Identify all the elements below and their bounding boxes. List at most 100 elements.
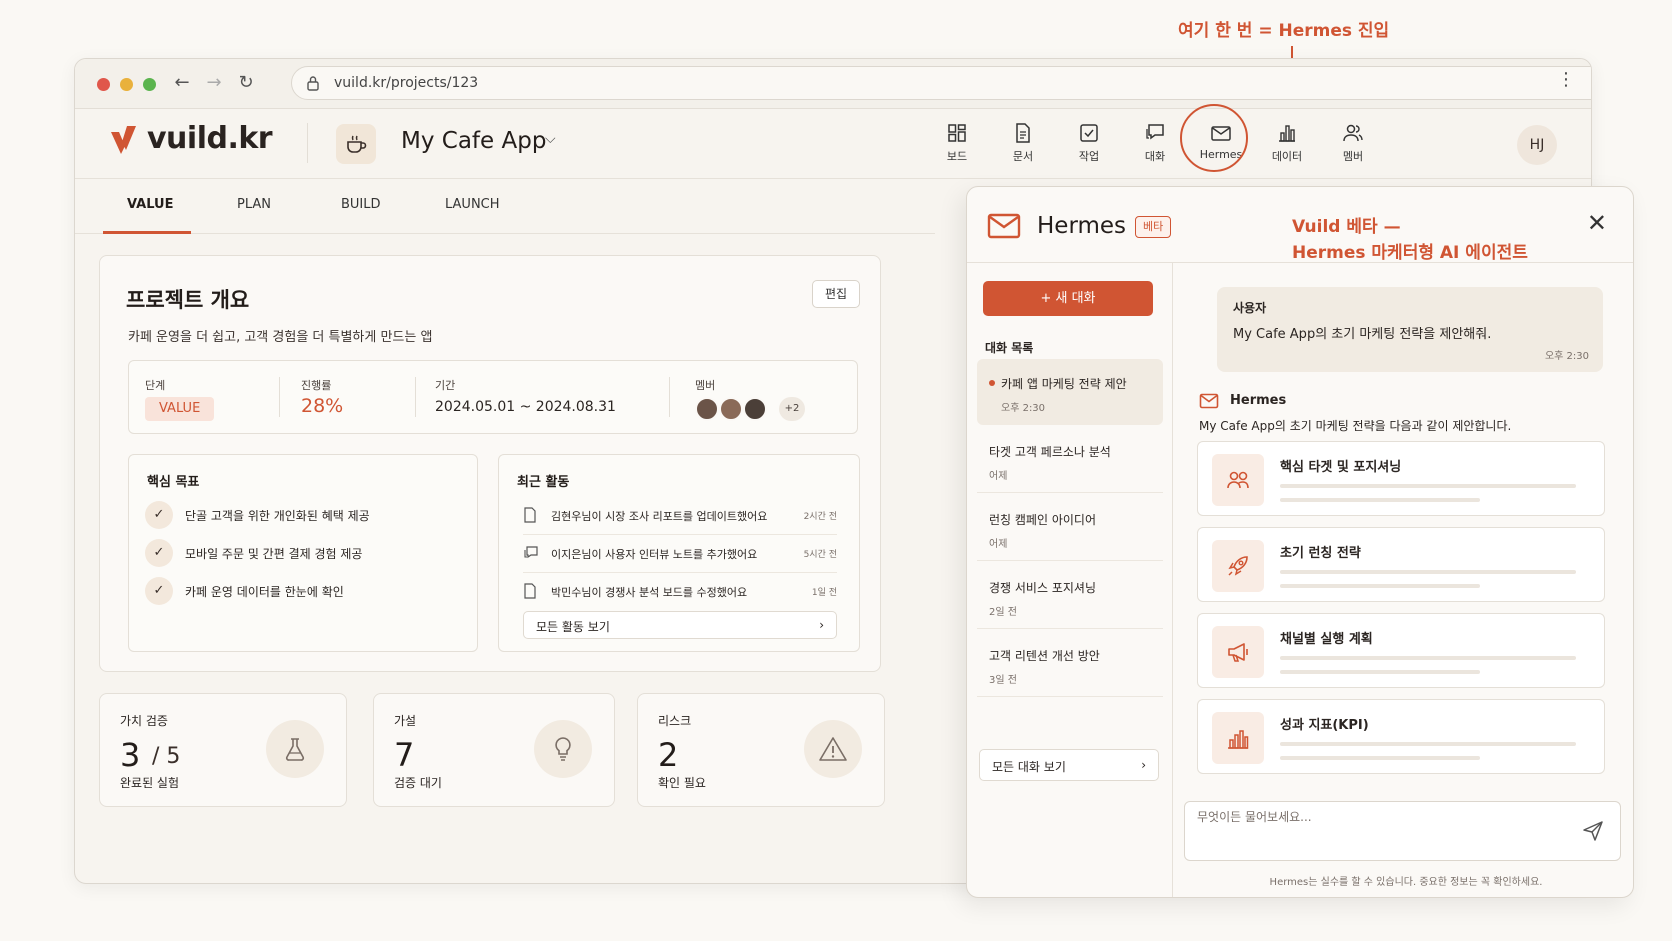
new-chat-button[interactable]: + 새 대화: [983, 281, 1153, 316]
goal-text: 카페 운영 데이터를 한눈에 확인: [185, 585, 344, 599]
message-time: 오후 2:30: [1544, 351, 1589, 362]
nav-chat[interactable]: 대화: [1129, 121, 1181, 164]
recommendation-title: 핵심 타겟 및 포지셔닝: [1280, 460, 1402, 475]
active-tab-indicator: [103, 231, 191, 234]
metric-value: 7: [394, 736, 415, 774]
nav-board[interactable]: 보드: [931, 121, 983, 164]
browser-menu-icon[interactable]: ⋮: [1557, 69, 1575, 90]
browser-chrome: ← → ↻ vuild.kr/projects/123 ☆ ⋮: [75, 59, 1591, 109]
chat-time: 어제: [989, 471, 1008, 482]
member-avatar[interactable]: [695, 397, 719, 421]
activity-time: 1일 전: [811, 588, 837, 598]
beta-badge: 베타: [1135, 216, 1172, 238]
nav-task[interactable]: 작업: [1063, 121, 1115, 164]
check-icon: ✓: [145, 501, 173, 529]
task-icon: [1080, 124, 1098, 142]
chat-time: 3일 전: [989, 675, 1017, 686]
view-all-chats-button[interactable]: 모든 대화 보기 ›: [979, 749, 1159, 781]
chat-list-item[interactable]: 런칭 캠페인 아이디어 어제: [977, 495, 1163, 561]
core-goals-card: 핵심 목표 ✓ 단골 고객을 위한 개인화된 혜택 제공 ✓ 모바일 주문 및 …: [128, 454, 478, 652]
placeholder-line: [1280, 484, 1576, 488]
chat-list-sidebar: + 새 대화 대화 목록 카페 앱 마케팅 전략 제안 오후 2:30 타겟 고…: [967, 263, 1173, 897]
activity-time: 5시간 전: [803, 550, 837, 560]
recommendation-card[interactable]: 핵심 타겟 및 포지셔닝: [1197, 441, 1605, 516]
metric-value: 3: [120, 736, 141, 774]
close-window-dot[interactable]: [97, 78, 110, 91]
period-value: 2024.05.01 ~ 2024.08.31: [435, 399, 616, 415]
forward-arrow-icon[interactable]: →: [201, 69, 227, 97]
divider: [279, 377, 280, 417]
header-divider: [307, 123, 308, 163]
nav-label: 데이터: [1271, 150, 1303, 163]
nav-members[interactable]: 멤버: [1327, 121, 1379, 164]
tab-plan[interactable]: PLAN: [237, 197, 271, 212]
tab-value[interactable]: VALUE: [127, 197, 174, 212]
chevron-down-icon[interactable]: ⌵: [545, 131, 556, 147]
disclaimer-text: Hermes는 실수를 할 수 있습니다. 중요한 정보는 꼭 확인하세요.: [1269, 877, 1543, 888]
address-bar[interactable]: vuild.kr/projects/123 ☆: [291, 66, 1591, 100]
close-icon[interactable]: ✕: [1587, 209, 1607, 237]
progress-value: 28%: [301, 395, 344, 417]
member-avatar[interactable]: [743, 397, 767, 421]
placeholder-line: [1280, 670, 1480, 674]
metric-card-validation[interactable]: 가치 검증 3 / 5 완료된 실험: [99, 693, 347, 807]
maximize-window-dot[interactable]: [143, 78, 156, 91]
chat-list-item[interactable]: 고객 리텐션 개선 방안 3일 전: [977, 631, 1163, 697]
chat-list-item[interactable]: 타겟 고객 페르소나 분석 어제: [977, 427, 1163, 493]
activity-title: 최근 활동: [517, 475, 570, 490]
reply-sender: Hermes: [1230, 393, 1287, 408]
tab-launch[interactable]: LAUNCH: [445, 197, 500, 212]
chat-title: 카페 앱 마케팅 전략 제안: [1001, 377, 1127, 391]
chat-icon: [524, 546, 538, 559]
chat-list-item[interactable]: 카페 앱 마케팅 전략 제안 오후 2:30: [977, 359, 1163, 425]
url-text: vuild.kr/projects/123: [334, 75, 479, 91]
annotation-line: Vuild 베타 —: [1292, 217, 1401, 237]
user-avatar[interactable]: HJ: [1517, 125, 1557, 165]
metric-card-hypothesis[interactable]: 가설 7 검증 대기: [373, 693, 615, 807]
recommendation-title: 성과 지표(KPI): [1280, 718, 1369, 733]
metric-card-risk[interactable]: 리스크 2 확인 필요: [637, 693, 885, 807]
phase-tabs: VALUE PLAN BUILD LAUNCH: [75, 179, 935, 234]
minimize-window-dot[interactable]: [120, 78, 133, 91]
user-message-bubble: 사용자 My Cafe App의 초기 마케팅 전략을 제안해줘. 오후 2:3…: [1217, 287, 1603, 372]
activity-item[interactable]: 김현우님이 시장 조사 리포트를 업데이트했어요 2시간 전: [523, 497, 837, 535]
activity-time: 2시간 전: [803, 512, 837, 522]
recent-activity-card: 최근 활동 김현우님이 시장 조사 리포트를 업데이트했어요 2시간 전 이지은…: [498, 454, 860, 652]
members-more-badge[interactable]: +2: [779, 397, 805, 421]
send-icon[interactable]: [1582, 820, 1604, 842]
message-input[interactable]: [1197, 810, 1557, 824]
document-icon: [524, 507, 536, 523]
tab-build[interactable]: BUILD: [341, 197, 381, 212]
metric-label: 리스크: [658, 714, 692, 728]
coffee-cup-icon[interactable]: [336, 124, 376, 164]
unread-dot: [989, 380, 995, 386]
recommendation-card[interactable]: 성과 지표(KPI): [1197, 699, 1605, 774]
edit-button[interactable]: 편집: [812, 280, 860, 308]
back-arrow-icon[interactable]: ←: [169, 69, 195, 97]
warning-icon: [804, 720, 862, 778]
members-icon: [1343, 124, 1363, 142]
hermes-title: Hermes: [1037, 213, 1127, 239]
nav-data[interactable]: 데이터: [1261, 121, 1313, 164]
chat-list-item[interactable]: 경쟁 서비스 포지셔닝 2일 전: [977, 563, 1163, 629]
project-name[interactable]: My Cafe App: [401, 128, 546, 154]
rocket-icon: [1212, 540, 1264, 592]
recommendation-card[interactable]: 채널별 실행 계획: [1197, 613, 1605, 688]
view-all-chats-label: 모든 대화 보기: [992, 760, 1066, 774]
goal-text: 모바일 주문 및 간편 결제 경험 제공: [185, 547, 363, 561]
reload-icon[interactable]: ↻: [233, 69, 259, 97]
chat-title: 런칭 캠페인 아이디어: [989, 513, 1096, 527]
stage-label: 단계: [145, 379, 166, 392]
nav-label: 보드: [946, 150, 968, 163]
chat-time: 오후 2:30: [1001, 403, 1046, 414]
nav-document[interactable]: 문서: [997, 121, 1049, 164]
logo-text[interactable]: vuild.kr: [147, 121, 273, 156]
activity-item[interactable]: 이지은님이 사용자 인터뷰 노트를 추가했어요 5시간 전: [523, 535, 837, 573]
view-all-activity-button[interactable]: 모든 활동 보기 ›: [523, 611, 837, 639]
period-label: 기간: [435, 379, 456, 392]
member-avatar[interactable]: [719, 397, 743, 421]
recommendation-card[interactable]: 초기 런칭 전략: [1197, 527, 1605, 602]
chat-icon: [1146, 124, 1164, 140]
message-input-box: [1184, 801, 1621, 861]
activity-item[interactable]: 박민수님이 경쟁사 분석 보드를 수정했어요 1일 전: [523, 573, 837, 611]
